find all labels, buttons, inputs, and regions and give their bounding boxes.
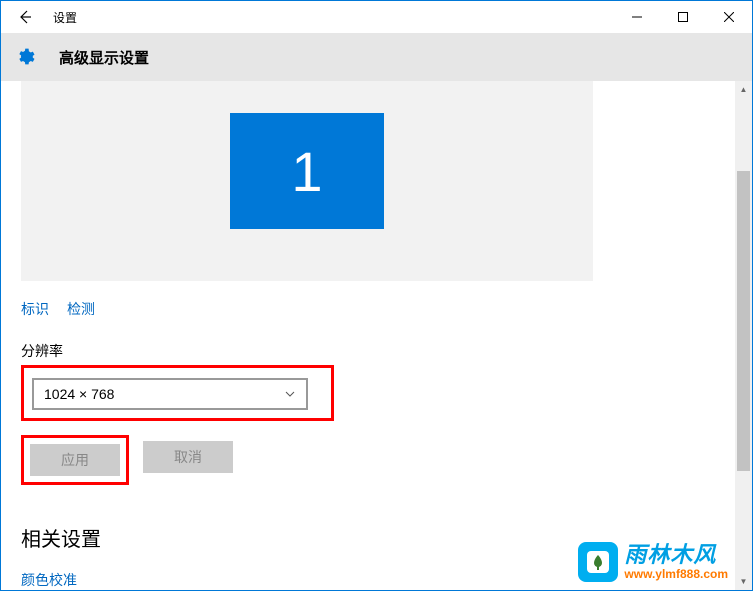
button-row: 应用 取消 <box>21 435 732 485</box>
maximize-button[interactable] <box>660 1 706 33</box>
resolution-value: 1024 × 768 <box>44 386 114 402</box>
display-preview: 1 <box>21 81 593 281</box>
scroll-thumb[interactable] <box>737 171 750 471</box>
gear-icon <box>15 47 35 67</box>
highlight-resolution: 1024 × 768 <box>21 365 334 421</box>
content-area: 1 标识 检测 分辨率 1024 × 768 应用 取消 相关设置 颜色校准 ▲ <box>1 81 752 590</box>
monitor-tile[interactable]: 1 <box>230 113 384 229</box>
cancel-button[interactable]: 取消 <box>143 441 233 473</box>
resolution-label: 分辨率 <box>21 341 732 361</box>
back-button[interactable] <box>9 1 41 33</box>
resolution-dropdown[interactable]: 1024 × 768 <box>32 378 308 410</box>
titlebar: 设置 <box>1 1 752 33</box>
display-links: 标识 检测 <box>21 299 732 319</box>
close-icon <box>724 12 734 22</box>
scrollbar[interactable]: ▲ ▼ <box>735 81 752 590</box>
close-button[interactable] <box>706 1 752 33</box>
window-controls <box>614 1 752 33</box>
minimize-icon <box>632 12 642 22</box>
monitor-number: 1 <box>291 139 322 204</box>
related-settings-title: 相关设置 <box>21 523 732 552</box>
apply-button[interactable]: 应用 <box>30 444 120 476</box>
detect-link[interactable]: 检测 <box>67 299 95 319</box>
app-title: 设置 <box>53 9 77 26</box>
page-title: 高级显示设置 <box>59 47 149 68</box>
scroll-down-icon[interactable]: ▼ <box>735 573 752 590</box>
chevron-down-icon <box>284 388 296 400</box>
back-arrow-icon <box>17 9 33 25</box>
page-header: 高级显示设置 <box>1 33 752 81</box>
maximize-icon <box>678 12 688 22</box>
minimize-button[interactable] <box>614 1 660 33</box>
color-calibration-link[interactable]: 颜色校准 <box>21 570 77 590</box>
highlight-apply: 应用 <box>21 435 129 485</box>
scroll-up-icon[interactable]: ▲ <box>735 81 752 98</box>
identify-link[interactable]: 标识 <box>21 299 49 319</box>
